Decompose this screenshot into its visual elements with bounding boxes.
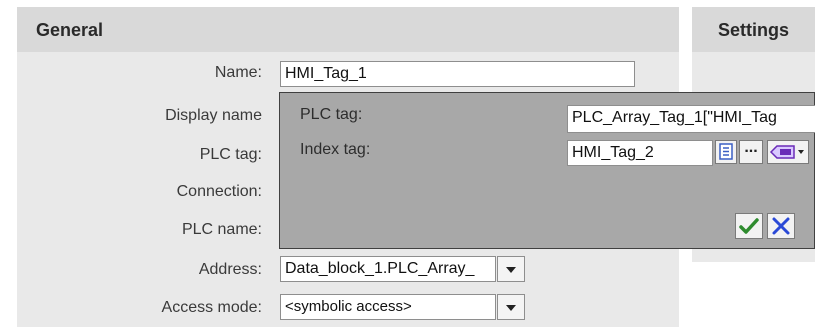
popup-index-tag-label: Index tag:	[300, 141, 371, 158]
address-dropdown-button[interactable]	[497, 256, 525, 282]
cancel-button[interactable]	[767, 213, 795, 239]
connection-label: Connection:	[176, 183, 262, 200]
general-header	[17, 7, 679, 52]
name-label: Name:	[214, 64, 262, 81]
popup-plc-tag-label: PLC tag:	[300, 106, 363, 123]
list-icon	[719, 143, 733, 160]
tag-dropdown-icon	[769, 145, 804, 159]
plc-tag-label: PLC tag:	[199, 146, 262, 163]
browse-button[interactable]: ...	[739, 140, 763, 164]
general-title: General	[36, 20, 104, 40]
settings-title: Settings	[718, 20, 790, 40]
display-name-label: Display name	[165, 107, 262, 124]
check-icon	[739, 218, 759, 234]
address-field[interactable]: Data_block_1.PLC_Array_	[280, 256, 496, 282]
access-mode-select[interactable]: <symbolic access>	[280, 294, 496, 320]
plc-name-label: PLC name:	[181, 221, 262, 238]
popup-index-tag-field[interactable]: HMI_Tag_2	[567, 140, 713, 166]
access-mode-label: Access mode:	[161, 299, 262, 316]
popup-plc-tag-field[interactable]: PLC_Array_Tag_1["HMI_Tag	[567, 105, 815, 133]
confirm-button[interactable]	[735, 213, 763, 239]
list-icon-button[interactable]	[715, 140, 737, 164]
tag-dropdown-button[interactable]	[767, 140, 809, 164]
page: General Settings Name: HMI_Tag_1 Display…	[0, 0, 815, 327]
address-label: Address:	[198, 261, 262, 278]
access-mode-dropdown-button[interactable]	[497, 294, 525, 320]
name-field[interactable]: HMI_Tag_1	[280, 61, 635, 87]
close-icon	[772, 217, 790, 235]
plc-tag-popup: PLC tag: PLC_Array_Tag_1["HMI_Tag Index …	[279, 92, 815, 249]
